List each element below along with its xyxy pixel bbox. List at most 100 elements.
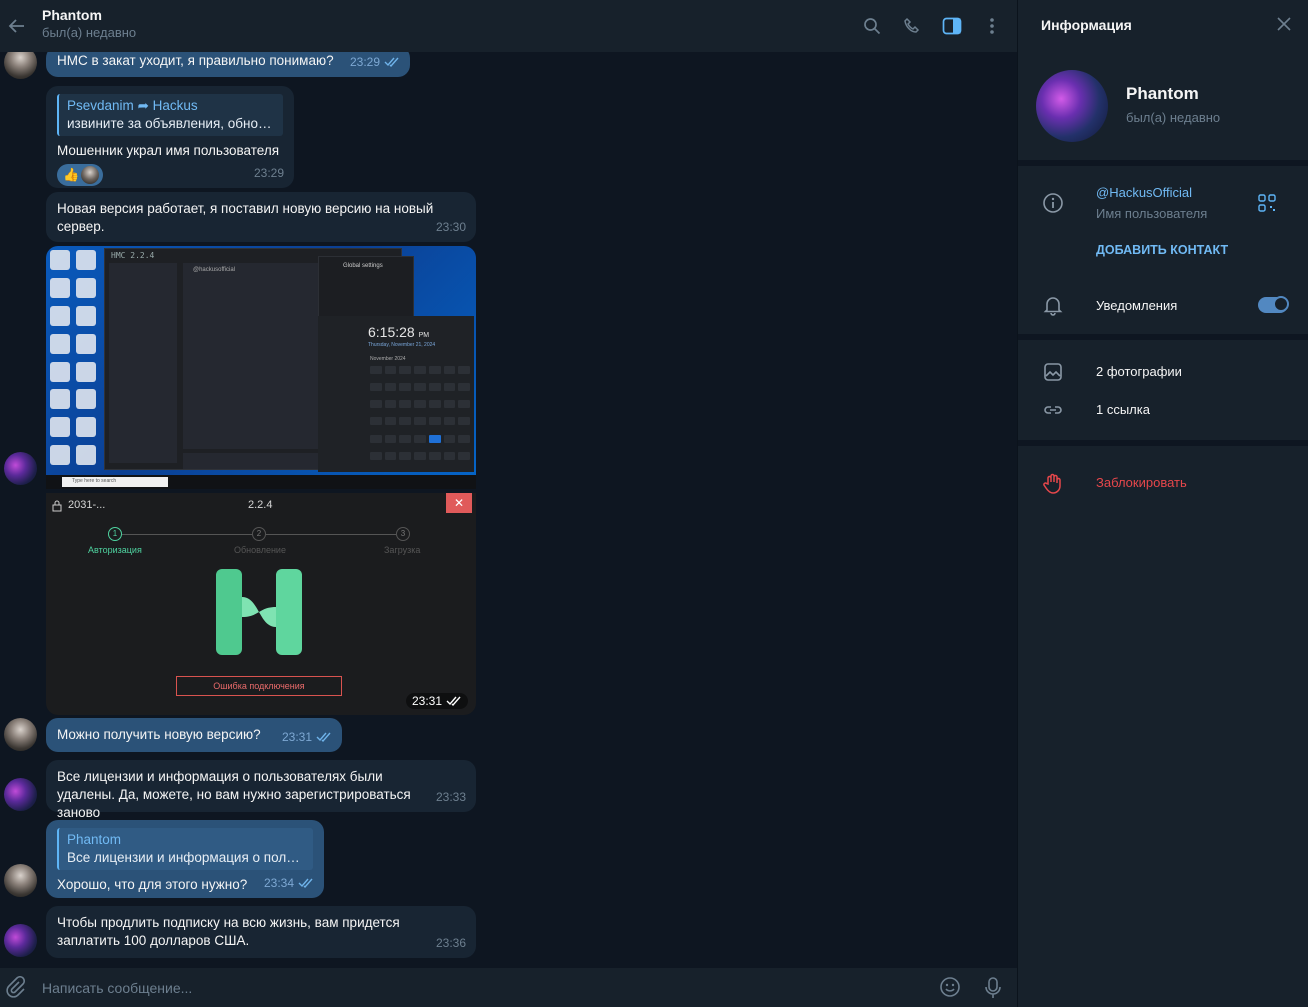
smile-icon	[940, 977, 960, 997]
avatar[interactable]	[4, 924, 37, 957]
message-list[interactable]: HMC в закат уходит, я правильно понимаю?…	[0, 52, 1017, 967]
message-bubble[interactable]: Psevdanim ➦ Hackus извините за объявлени…	[46, 86, 294, 188]
clock-time: 6:15:28 PM	[368, 324, 430, 340]
message-time: 23:33	[435, 790, 466, 804]
lock-icon	[52, 500, 62, 512]
close-button[interactable]	[1276, 16, 1292, 37]
search-button[interactable]	[861, 15, 883, 37]
reaction-chip[interactable]: 👍	[57, 164, 104, 186]
double-check-icon	[298, 878, 313, 888]
photo-desktop-screenshot[interactable]: HMC 2.2.4 @hackusofficial Global setting…	[46, 246, 476, 489]
step-1: 1	[108, 527, 122, 541]
avatar[interactable]	[4, 452, 37, 485]
app-logo-icon	[216, 569, 302, 655]
reply-preview[interactable]: Phantom Все лицензии и информация о поль…	[57, 828, 313, 870]
search-field-text: @hackusofficial	[193, 267, 235, 273]
more-vertical-icon	[990, 18, 994, 34]
telegram-window: Phantom был(а) недавно HMC в закат уходи…	[0, 0, 1308, 1007]
photo-app-screenshot[interactable]: 2031-... 2.2.4 ✕ 1 2 3 Авторизация Обнов…	[46, 493, 476, 715]
add-contact-button[interactable]: ДОБАВИТЬ КОНТАКТ	[1096, 243, 1228, 257]
message-meta: 23:29	[350, 53, 400, 71]
message-bubble[interactable]: HMC в закат уходит, я правильно понимаю?…	[46, 52, 410, 77]
message-meta: 23:30	[436, 218, 466, 236]
search-icon	[864, 18, 881, 35]
composer: Написать сообщение...	[0, 968, 1017, 1007]
message-time: 23:34	[263, 876, 294, 890]
voice-button[interactable]	[983, 976, 1003, 1005]
message-time: 23:29	[349, 55, 380, 69]
message-meta: 23:36	[436, 934, 466, 952]
attach-button[interactable]	[4, 975, 26, 1003]
emoji-button[interactable]	[939, 976, 961, 1003]
phone-icon	[904, 17, 920, 33]
bell-icon	[1043, 297, 1063, 316]
reply-author-name: Phantom	[67, 832, 122, 847]
message-bubble[interactable]: Все лицензии и информация о пользователя…	[46, 760, 476, 820]
reply-text: Все лицензии и информация о польз...	[67, 850, 305, 865]
sidebar-icon	[942, 17, 962, 35]
message-text: Можно получить новую версию?	[57, 727, 261, 742]
chat-area: Phantom был(а) недавно HMC в закат уходи…	[0, 0, 1017, 1007]
reply-author-name: Psevdanim	[67, 98, 134, 113]
close-icon: ✕	[446, 493, 472, 513]
microphone-icon	[985, 977, 1001, 998]
message-text: HMC в закат уходит, я правильно понимаю?	[57, 53, 334, 68]
message-meta: 23:31	[282, 728, 332, 746]
photos-link[interactable]: 2 фотографии	[1096, 364, 1182, 379]
message-meta: 23:33	[436, 788, 466, 806]
step-2-label: Обновление	[234, 545, 286, 555]
avatar[interactable]	[4, 718, 37, 751]
reply-author: Psevdanim ➦ Hackus	[67, 97, 275, 115]
message-bubble[interactable]: Phantom Все лицензии и информация о поль…	[46, 820, 324, 898]
links-link[interactable]: 1 ссылка	[1096, 402, 1150, 417]
avatar[interactable]	[4, 52, 37, 79]
profile-status: был(а) недавно	[1126, 110, 1221, 125]
notifications-toggle[interactable]	[1258, 296, 1289, 313]
info-icon	[1043, 193, 1063, 213]
clock-date: Thursday, November 21, 2024	[368, 342, 436, 348]
profile-name: Phantom	[1126, 84, 1199, 103]
reply-preview[interactable]: Psevdanim ➦ Hackus извините за объявлени…	[57, 94, 283, 136]
chat-header: Phantom был(а) недавно	[0, 0, 1017, 52]
step-2: 2	[252, 527, 266, 541]
chat-title: Phantom	[42, 7, 102, 23]
back-button[interactable]	[0, 0, 34, 52]
message-time: 23:36	[435, 936, 466, 950]
message-time: 23:30	[435, 220, 466, 234]
lock-title: 2031-...	[68, 499, 106, 511]
link-icon	[1044, 406, 1062, 414]
taskbar: Type here to search	[46, 475, 476, 489]
block-button[interactable]: Заблокировать	[1096, 475, 1187, 490]
avatar[interactable]	[4, 864, 37, 897]
taskbar-search: Type here to search	[62, 477, 168, 487]
call-button[interactable]	[901, 15, 923, 37]
username-label: Имя пользователя	[1096, 206, 1208, 221]
message-input[interactable]: Написать сообщение...	[42, 980, 192, 996]
step-1-label: Авторизация	[88, 545, 142, 555]
paperclip-icon	[6, 975, 26, 998]
calendar-month: November 2024	[370, 356, 406, 362]
message-bubble[interactable]: Чтобы продлить подписку на всю жизнь, ва…	[46, 906, 476, 958]
app-title: HMC 2.2.4	[111, 251, 155, 260]
toggle-sidebar-button[interactable]	[941, 15, 963, 37]
more-button[interactable]	[981, 15, 1003, 37]
double-check-icon	[446, 696, 461, 706]
double-check-icon	[316, 732, 331, 742]
profile-avatar[interactable]	[1036, 70, 1108, 142]
reaction-avatar	[81, 166, 100, 184]
double-check-icon	[384, 57, 399, 67]
photo-icon	[1044, 363, 1062, 381]
message-bubble[interactable]: Новая версия работает, я поставил новую …	[46, 192, 476, 242]
qr-code-icon[interactable]	[1258, 194, 1276, 212]
calendar-grid	[370, 366, 470, 466]
chat-title-block[interactable]: Phantom был(а) недавно	[42, 7, 136, 42]
avatar[interactable]	[4, 778, 37, 811]
reply-text: извините за объявления, обнов...	[67, 116, 275, 131]
clock-popup: 6:15:28 PM Thursday, November 21, 2024 N…	[318, 316, 474, 472]
message-text: Чтобы продлить подписку на всю жизнь, ва…	[57, 915, 400, 948]
header-actions	[861, 0, 1003, 52]
step-3: 3	[396, 527, 410, 541]
message-time: 23:31	[411, 694, 442, 708]
message-bubble[interactable]: Можно получить новую версию? 23:31	[46, 718, 342, 752]
username-link[interactable]: @HackusOfficial	[1096, 185, 1192, 200]
